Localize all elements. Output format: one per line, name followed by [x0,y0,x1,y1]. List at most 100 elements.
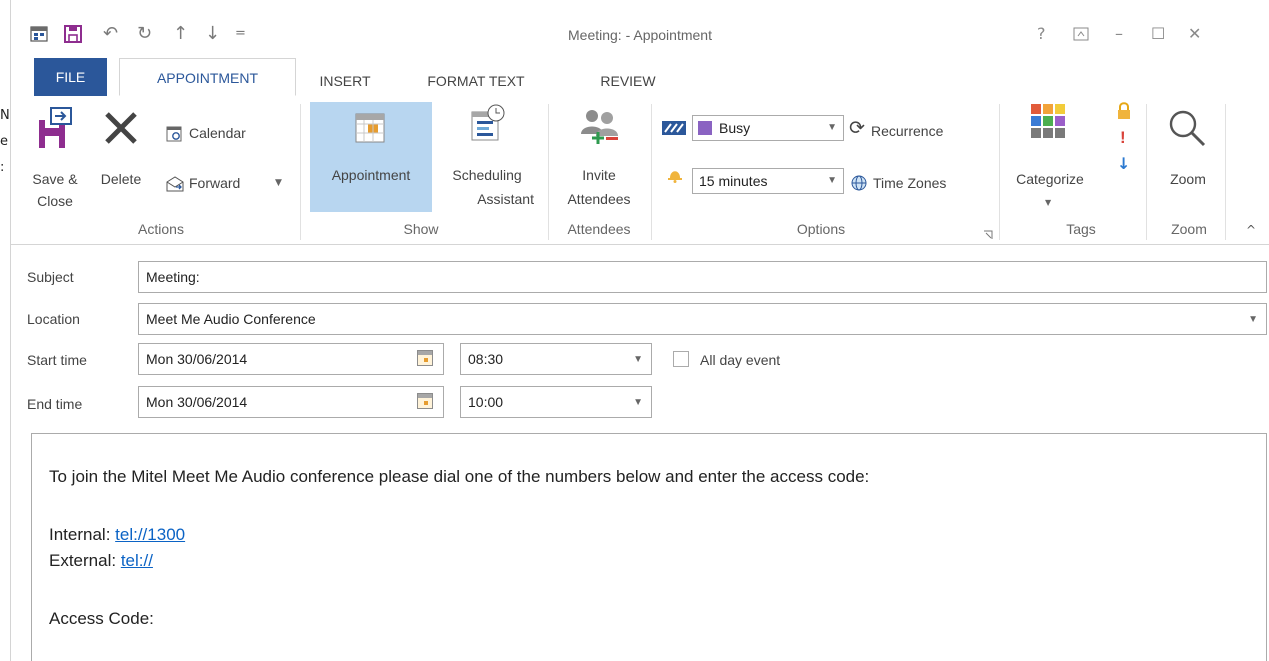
categorize-button[interactable]: Categorize ▼ [1009,102,1091,212]
private-lock-icon[interactable] [1117,102,1131,124]
background-window-edge: N e : [0,0,11,661]
body-intro-text: To join the Mitel Meet Me Audio conferen… [49,467,870,486]
appointment-label: Appointment [331,167,411,183]
background-fragment: : [0,160,5,175]
group-divider [548,104,549,240]
ribbon-display-options-icon[interactable] [1073,26,1089,45]
appointment-icon [354,112,386,148]
delete-button[interactable]: Delete [93,102,149,192]
invite-attendees-icon [578,108,622,148]
start-time-dropdown[interactable]: 08:30 ▼ [460,343,652,375]
internal-line: Internal: tel://1300 [49,525,185,545]
scheduling-assistant-label-1: Scheduling [452,167,522,183]
calendar-button[interactable]: Calendar [163,122,275,146]
end-date-input[interactable]: Mon 30/06/2014 [138,386,444,418]
group-divider [999,104,1000,240]
delete-icon [103,110,139,150]
location-label: Location [27,311,80,327]
subject-label: Subject [27,269,74,285]
save-close-label-1: Save & [32,171,78,187]
access-code-text: Access Code: [49,609,154,628]
location-input[interactable]: Meet Me Audio Conference ▼ [138,303,1267,335]
external-tel-link[interactable]: tel:// [121,551,153,570]
tab-file[interactable]: FILE [34,58,107,96]
tab-review[interactable]: REVIEW [585,66,671,96]
scheduling-assistant-label-2: Assistant [477,191,534,207]
group-divider [1225,104,1226,240]
appointment-view-button[interactable]: Appointment [310,102,432,212]
start-time-label: Start time [27,352,87,368]
group-divider [1146,104,1147,240]
categorize-label: Categorize [1016,171,1084,187]
invite-attendees-label-2: Attendees [567,191,631,207]
tags-group-label: Tags [1066,221,1096,237]
show-as-icon [662,120,686,139]
ribbon: Save & Close Delete Calendar Forward ▼ A… [11,96,1269,245]
all-day-event-label: All day event [700,352,781,368]
zoom-label: Zoom [1170,171,1206,187]
end-time-value: 10:00 [468,394,504,410]
scheduling-assistant-button[interactable]: Scheduling Assistant [432,102,542,212]
collapse-ribbon-icon[interactable]: ^ [1246,223,1256,237]
actions-group-label: Actions [138,221,184,237]
close-icon[interactable]: ✕ [1188,24,1201,43]
time-zones-button[interactable]: Time Zones [851,172,991,196]
chevron-down-icon: ▼ [827,122,837,133]
background-fragment: e [0,134,8,149]
save-close-button[interactable]: Save & Close [25,102,85,212]
calendar-label: Calendar [189,125,246,141]
high-importance-icon[interactable]: ! [1120,128,1126,148]
invite-attendees-label-1: Invite [582,167,616,183]
group-divider [651,104,652,240]
date-picker-icon[interactable] [417,393,433,409]
delete-label: Delete [100,171,142,187]
tab-appointment[interactable]: APPOINTMENT [119,58,296,96]
options-dialog-launcher-icon[interactable] [983,225,993,244]
zoom-magnifier-icon [1167,108,1207,152]
internal-label: Internal: [49,525,116,544]
subject-input[interactable]: Meeting: [138,261,1267,293]
reminder-value: 15 minutes [699,173,768,189]
reminder-dropdown[interactable]: 15 minutes ▼ [692,168,844,194]
start-date-input[interactable]: Mon 30/06/2014 [138,343,444,375]
end-time-dropdown[interactable]: 10:00 ▼ [460,386,652,418]
chevron-down-icon: ▼ [633,397,643,408]
reminder-bell-icon [667,165,683,187]
time-zones-label: Time Zones [873,175,947,191]
tab-insert[interactable]: INSERT [309,66,381,96]
location-value: Meet Me Audio Conference [146,311,316,327]
scheduling-assistant-icon [470,104,506,146]
zoom-button[interactable]: Zoom [1155,102,1221,212]
categorize-icon [1031,104,1067,144]
subject-value: Meeting: [146,269,200,285]
recurrence-button[interactable]: ⟳ Recurrence [849,117,989,144]
forward-button[interactable]: Forward ▼ [163,172,287,196]
internal-tel-link[interactable]: tel://1300 [115,525,185,544]
end-time-label: End time [27,396,83,412]
external-line: External: tel:// [49,551,153,571]
help-icon[interactable]: ? [1037,24,1046,43]
background-fragment: N [0,108,10,123]
invite-attendees-button[interactable]: Invite Attendees [554,102,644,212]
all-day-event-checkbox[interactable] [673,351,689,367]
busy-color-swatch [698,121,712,135]
external-label: External: [49,551,121,570]
globe-icon [851,175,867,195]
start-time-value: 08:30 [468,351,504,367]
group-divider [300,104,301,240]
zoom-group-label: Zoom [1171,221,1207,237]
minimize-icon[interactable]: – [1115,24,1123,43]
chevron-down-icon[interactable]: ▼ [1248,305,1258,335]
show-group-label: Show [403,221,439,237]
date-picker-icon[interactable] [417,350,433,366]
recurrence-label: Recurrence [871,123,944,139]
low-importance-icon[interactable]: ↓ [1117,154,1130,173]
ribbon-tabs: FILE APPOINTMENT INSERT FORMAT TEXT REVI… [11,58,1269,97]
options-group-label: Options [796,221,846,237]
tab-format-text[interactable]: FORMAT TEXT [414,66,538,96]
chevron-down-icon: ▼ [827,175,837,186]
appointment-body-editor[interactable]: To join the Mitel Meet Me Audio conferen… [31,433,1267,661]
show-as-dropdown[interactable]: Busy ▼ [692,115,844,141]
maximize-icon[interactable]: ☐ [1151,24,1165,43]
chevron-down-icon: ▼ [1045,198,1052,207]
